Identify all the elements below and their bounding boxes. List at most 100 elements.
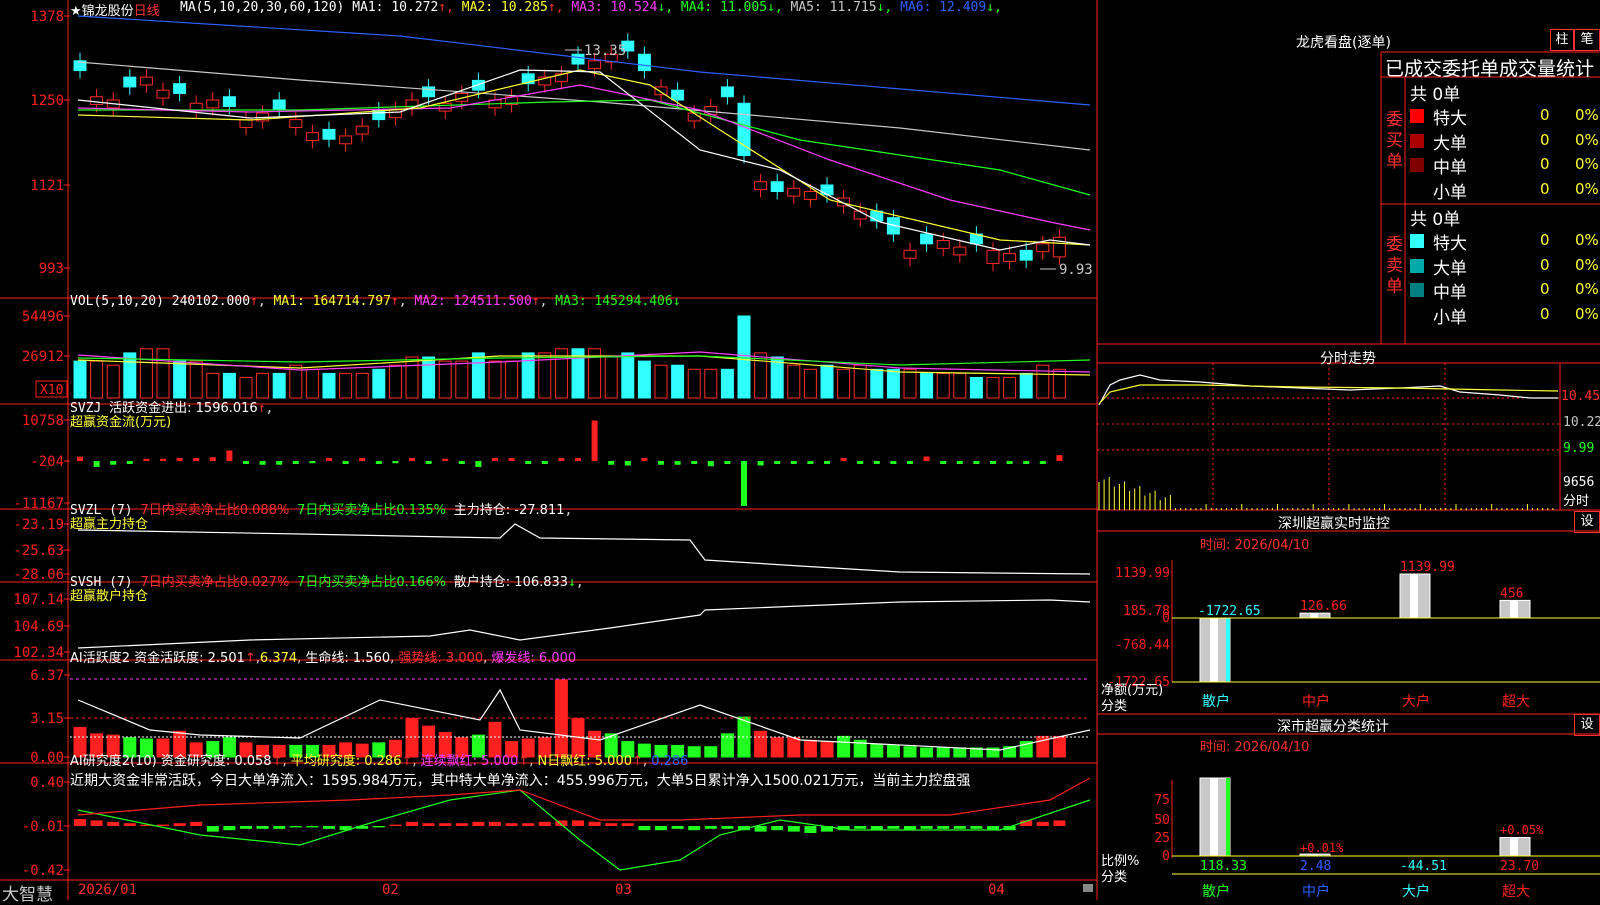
classify-axis-tick: 50 [1154, 813, 1170, 828]
ai1-label: AI活跃度2 [70, 651, 130, 666]
candle [720, 86, 734, 98]
volume-bar [173, 360, 187, 399]
fund-flow-bar [774, 461, 781, 464]
ma-legend-item: MA2: 10.285 [453, 0, 548, 15]
research-bar [372, 826, 385, 828]
volume-bar [853, 364, 867, 399]
candle [588, 60, 602, 70]
date-label-1: 2026/01 [78, 882, 138, 898]
price-pane-header: ★锦龙股份日线 [70, 0, 160, 19]
fund-flow-bar [558, 458, 565, 461]
candle [803, 191, 817, 200]
row-pct: 0% [1575, 106, 1599, 124]
svzj-sub: 超赢资金流(万元) [70, 415, 172, 430]
volume-bar [372, 368, 386, 399]
y-axis-tick: 104.69 [13, 619, 64, 635]
fund-flow-bar [624, 461, 631, 466]
classify-category: 中户 [1302, 883, 1330, 900]
volume-bar [405, 356, 419, 399]
vol-value: 240102.000 [171, 294, 251, 309]
fund-flow-bar [209, 457, 216, 461]
volume-bar [521, 352, 535, 399]
monitor-axis-tick: 1139.99 [1115, 566, 1170, 581]
research-bar [472, 821, 485, 826]
candle [206, 99, 220, 109]
row-name: 中单 [1433, 283, 1467, 303]
candle [222, 96, 236, 108]
svzl-sub: 超赢主力持仓 [70, 517, 149, 532]
candle [355, 125, 369, 135]
date-label-4: 04 [988, 882, 1005, 898]
research-bar [505, 823, 518, 826]
monitor-settings-button[interactable]: 设 [1574, 511, 1600, 533]
fund-flow-bar [907, 461, 913, 464]
classify-bar-edge [1226, 778, 1230, 856]
fund-flow-bar [458, 461, 465, 464]
volume-bar [621, 352, 635, 399]
legend-swatch [1410, 158, 1424, 172]
vol-ma2: MA2: 124511.500 [414, 294, 532, 309]
ai1-t4: 强势线: 3.000 [398, 651, 484, 666]
y-axis-tick: -0.01 [22, 819, 64, 835]
ai2-t1: 资金研究度: 0.058 [160, 754, 272, 769]
vol-ma1: MA1: 164714.797 [273, 294, 391, 309]
period-label[interactable]: 日线 [134, 4, 160, 19]
classify-category: 散户 [1202, 883, 1230, 900]
classify-pct-label: +0.05% [1500, 823, 1544, 837]
ma-legend-item: MA1: 10.272 [352, 0, 439, 15]
legend-swatch [1410, 182, 1424, 197]
volume-bar [90, 360, 104, 399]
fund-flow-bar [990, 461, 996, 464]
ai2-note: 近期大资金非常活跃，今日大单净流入：1595.984万元，其中特大单净流入：45… [70, 773, 971, 789]
y-axis-tick: 3.15 [30, 711, 64, 727]
research-bar [1053, 820, 1066, 826]
research-bar [538, 821, 551, 826]
research-bar [671, 826, 684, 829]
fund-flow-bar [940, 461, 947, 464]
research-bar [804, 826, 817, 833]
research-bar [970, 826, 983, 829]
fund-flow-bar [757, 461, 764, 466]
ma-legend-item: MA5: 11.715 [782, 0, 877, 15]
candle [339, 135, 353, 145]
ai2-t5: 0.286 [651, 754, 689, 769]
row-pct: 0% [1575, 280, 1599, 298]
monitor-value-label: 456 [1500, 586, 1523, 601]
candle [1036, 243, 1050, 253]
candle [1019, 249, 1033, 261]
candle [305, 132, 319, 142]
stock-name[interactable]: 锦龙股份 [82, 4, 134, 19]
volume-bar [770, 356, 784, 399]
candle [388, 109, 402, 119]
volume-bar [787, 364, 801, 399]
row-count: 0 [1540, 155, 1550, 173]
fsz-vol-label: 9656 [1563, 475, 1595, 490]
ma-legend: MA(5,10,20,30,60,120) MA1: 10.272↑, MA2:… [180, 0, 1002, 15]
research-bar [655, 826, 667, 831]
fund-flow-bar [375, 461, 382, 464]
candle [471, 79, 485, 91]
lhb-bar-button[interactable]: 柱 [1550, 29, 1574, 51]
fund-flow-bar [110, 461, 117, 465]
row-name: 特大 [1433, 109, 1467, 129]
candle [289, 119, 303, 128]
lhb-tick-button[interactable]: 笔 [1574, 29, 1600, 51]
volume-bar [505, 360, 519, 399]
fund-flow-bar [641, 458, 648, 461]
date-label-3: 03 [615, 882, 632, 898]
classify-settings-button[interactable]: 设 [1574, 714, 1600, 736]
candle [272, 99, 286, 111]
legend-swatch [1410, 307, 1424, 322]
research-bar [754, 826, 767, 832]
monitor-time: 时间: 2026/04/10 [1200, 538, 1310, 553]
y-axis-tick: 10758 [22, 413, 64, 429]
vol-pane-header: VOL(5,10,20) 240102.000↑, MA1: 164714.79… [70, 294, 681, 309]
lock-icon[interactable] [1083, 884, 1093, 892]
classify-bar-highlight [1510, 837, 1518, 856]
monitor-axis-tick: 0 [1162, 611, 1170, 626]
research-bar [638, 826, 651, 831]
row-pct: 0% [1575, 130, 1599, 149]
research-bar [240, 826, 252, 829]
ma-legend-item: MA3: 10.524 [563, 0, 658, 15]
fund-flow-bar [492, 458, 498, 461]
